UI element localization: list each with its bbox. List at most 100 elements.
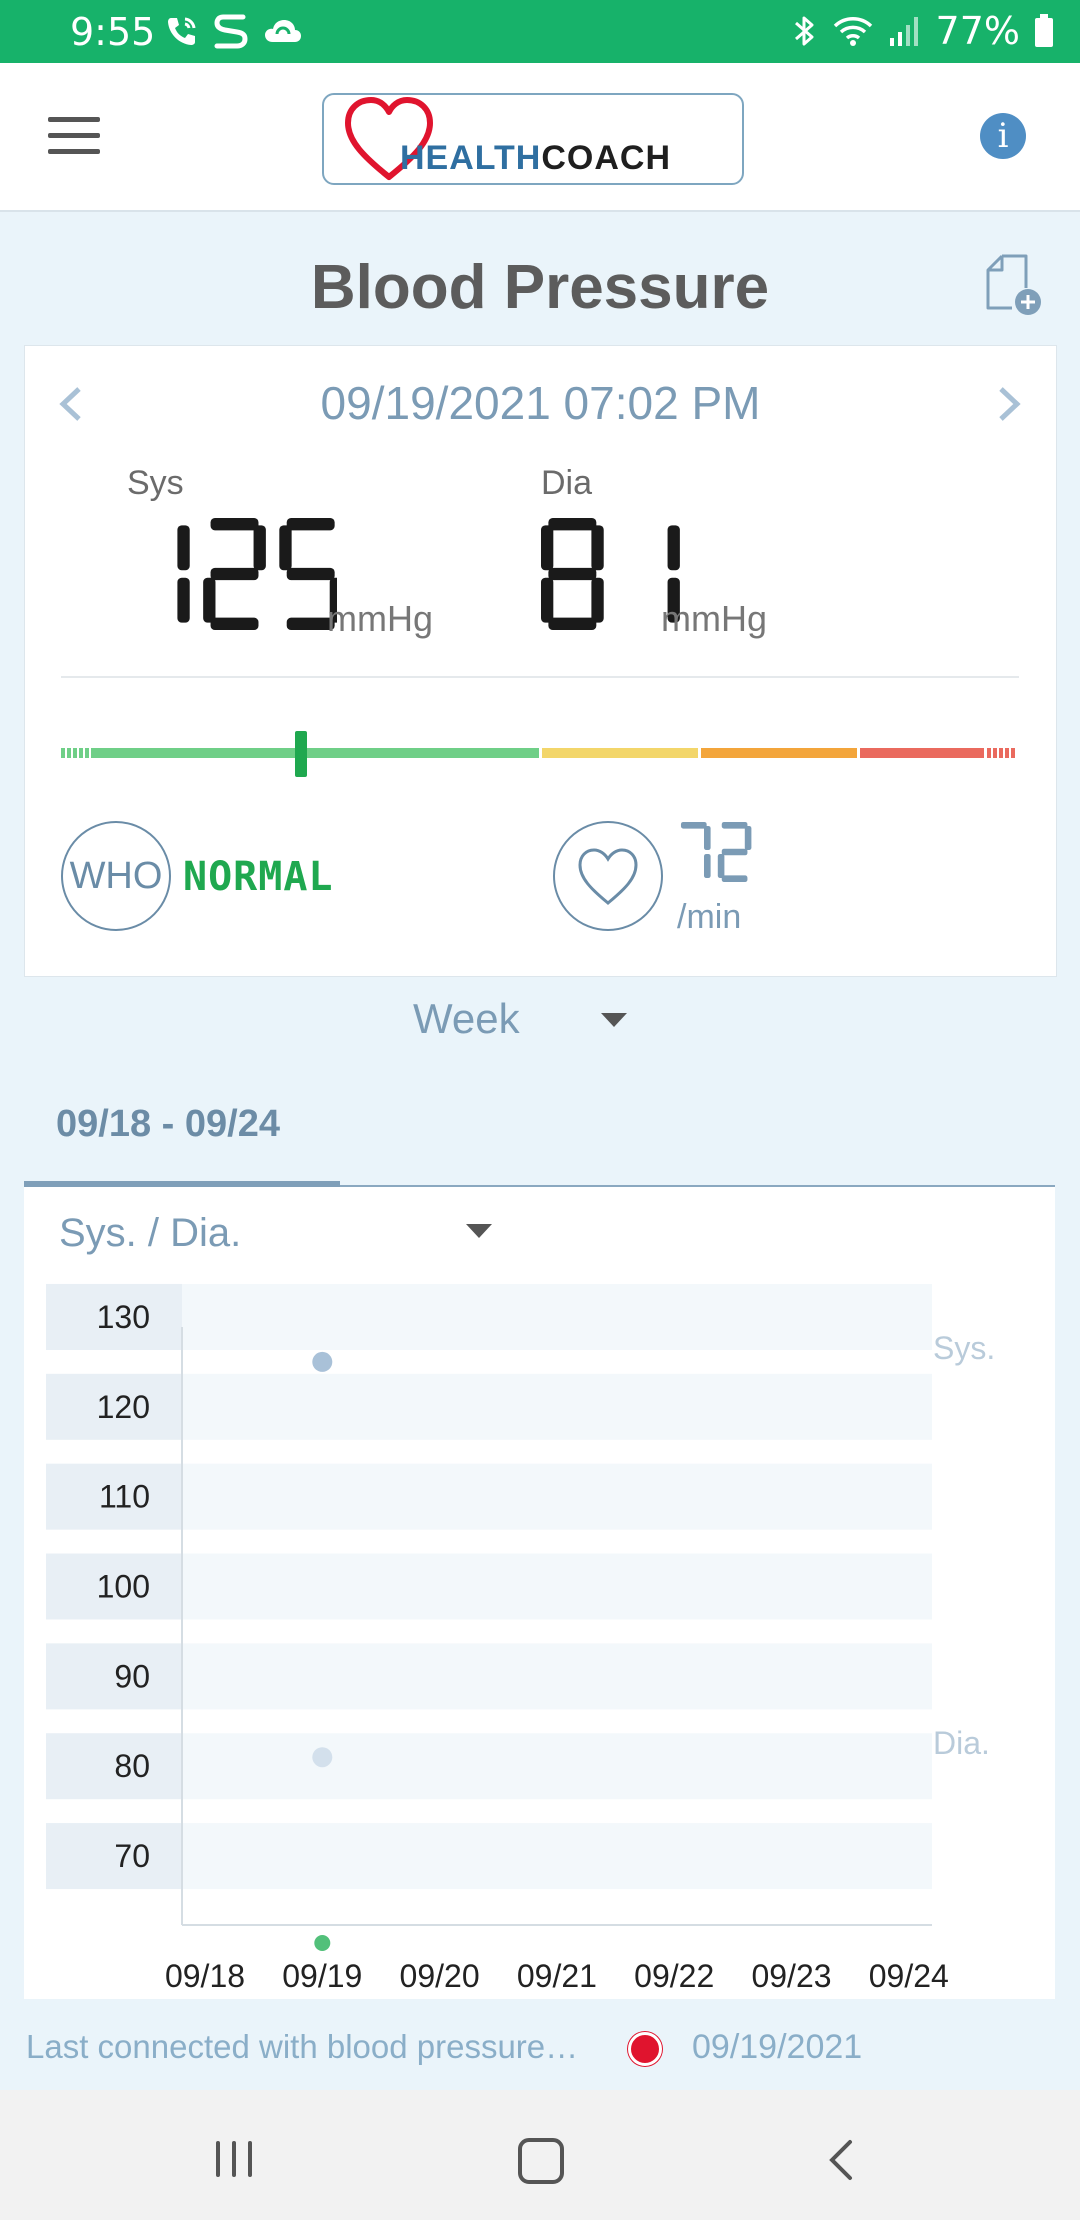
page-title: Blood Pressure xyxy=(310,253,770,322)
digit-segment xyxy=(721,875,748,882)
app-bar: HEALTHCOACH i xyxy=(0,63,1080,212)
digit-segment xyxy=(717,853,725,879)
data-point[interactable] xyxy=(312,1747,333,1768)
status-time: 9:55 xyxy=(70,10,156,54)
info-icon[interactable]: i xyxy=(980,113,1026,159)
x-tick-label[interactable]: 09/21 xyxy=(517,1958,597,1994)
logo-text: HEALTHCOACH xyxy=(400,139,672,177)
digit-segment xyxy=(210,617,259,630)
scale-stage1-segment xyxy=(701,748,857,758)
bp-week-chart: 130 120 110 100 90 80 70 Sys. Dia. 09/18 09/19 09/2… xyxy=(46,1283,995,1994)
y-tick-label: 130 xyxy=(97,1299,150,1335)
x-tick-label[interactable]: 09/19 xyxy=(282,1958,362,1994)
scale-tick xyxy=(987,748,991,758)
selected-day-dot xyxy=(314,1935,331,1951)
home-icon[interactable] xyxy=(518,2138,564,2184)
digit-segment xyxy=(704,853,711,879)
y-tick-label: 110 xyxy=(99,1479,150,1515)
digit-segment xyxy=(177,577,190,623)
digit-segment xyxy=(541,525,554,571)
x-tick-label[interactable]: 09/18 xyxy=(165,1958,245,1994)
scale-tick xyxy=(79,748,83,758)
scale-normal-segment xyxy=(91,748,539,758)
back-icon[interactable] xyxy=(826,2138,856,2182)
sys-unit: mmHg xyxy=(327,598,433,639)
scale-tick xyxy=(1011,748,1015,758)
connection-status-dot xyxy=(628,2032,662,2066)
scale-tick xyxy=(85,748,89,758)
pulse-heart-badge xyxy=(553,821,663,931)
scale-tick xyxy=(61,748,65,758)
digit-segment xyxy=(721,848,748,856)
chart-card: Sys. / Dia. 130 120 110 100 90 80 70 Sys. Dia. 09… xyxy=(24,1187,1055,1999)
card-divider xyxy=(61,676,1019,678)
grid-band xyxy=(182,1553,932,1620)
dia-unit: mmHg xyxy=(661,598,767,639)
bp-scale-marker xyxy=(294,731,307,777)
scale-tick xyxy=(993,748,997,758)
digit-segment xyxy=(591,525,604,571)
s-app-icon xyxy=(214,14,248,49)
scale-tick xyxy=(73,748,77,758)
add-document-icon[interactable] xyxy=(982,252,1046,320)
series-label: Sys. xyxy=(933,1330,995,1366)
dia-value xyxy=(541,518,680,630)
wifi-icon xyxy=(833,17,872,46)
connection-footer: Last connected with blood pressure… 09/1… xyxy=(0,2002,1080,2090)
bluetooth-icon xyxy=(794,16,814,46)
y-tick-label: 120 xyxy=(97,1389,150,1425)
scale-elevated-segment xyxy=(542,748,698,758)
digit-segment xyxy=(548,567,597,581)
x-tick-label[interactable]: 09/24 xyxy=(869,1958,949,1994)
date-range-tab[interactable]: 09/18 - 09/24 xyxy=(56,1103,280,1146)
digit-segment xyxy=(177,525,190,571)
phone-wifi-call-icon xyxy=(168,17,196,45)
digit-segment xyxy=(541,577,554,623)
healthcoach-logo: HEALTHCOACH xyxy=(322,93,744,185)
x-tick-label[interactable]: 09/20 xyxy=(400,1958,480,1994)
digit-segment xyxy=(210,518,259,531)
y-tick-label: 80 xyxy=(114,1748,150,1784)
grid-band xyxy=(182,1733,932,1800)
x-tick-label[interactable]: 09/22 xyxy=(634,1958,714,1994)
sys-value xyxy=(177,518,337,630)
digit-segment xyxy=(744,825,752,851)
pulse-unit: /min xyxy=(677,898,742,936)
digit-segment xyxy=(253,525,266,571)
grid-band xyxy=(182,1823,932,1890)
grid-band xyxy=(182,1643,932,1710)
digit-segment xyxy=(286,518,335,531)
status-right-icons: 77% xyxy=(792,8,1054,54)
battery-icon xyxy=(1035,14,1053,47)
bp-category-scale xyxy=(61,748,1019,758)
sys-label: Sys xyxy=(127,464,184,502)
grid-band xyxy=(182,1373,932,1440)
who-badge: WHO xyxy=(61,821,171,931)
data-point[interactable] xyxy=(312,1351,333,1372)
next-measurement-button[interactable] xyxy=(995,384,1023,434)
status-left-icons xyxy=(165,8,303,54)
digit-segment xyxy=(210,567,259,581)
last-connected-date: 09/19/2021 xyxy=(692,2028,863,2066)
digit-segment xyxy=(680,822,707,829)
measurement-card: 09/19/2021 07:02 PM Sys mmHg Dia mmHg WH… xyxy=(24,345,1057,977)
digit-segment xyxy=(548,617,597,630)
recents-icon[interactable] xyxy=(216,2141,256,2177)
period-dropdown-caret-icon[interactable] xyxy=(601,1013,627,1027)
digit-segment xyxy=(704,825,711,851)
digit-segment xyxy=(591,577,604,623)
grid-band xyxy=(182,1463,932,1530)
x-tick-label[interactable]: 09/23 xyxy=(751,1958,831,1994)
digit-segment xyxy=(203,577,216,623)
series-label: Dia. xyxy=(933,1725,990,1761)
scale-tick xyxy=(67,748,71,758)
y-tick-label: 70 xyxy=(114,1838,150,1874)
grid-band xyxy=(182,1283,932,1350)
y-tick-label: 90 xyxy=(114,1658,150,1694)
menu-icon[interactable] xyxy=(48,117,100,157)
digit-segment xyxy=(548,518,597,531)
measurement-datetime: 09/19/2021 07:02 PM xyxy=(320,377,761,429)
heart-icon xyxy=(578,848,638,905)
period-dropdown[interactable]: Week xyxy=(413,995,520,1043)
status-bar: 9:55 77% xyxy=(0,0,1080,63)
